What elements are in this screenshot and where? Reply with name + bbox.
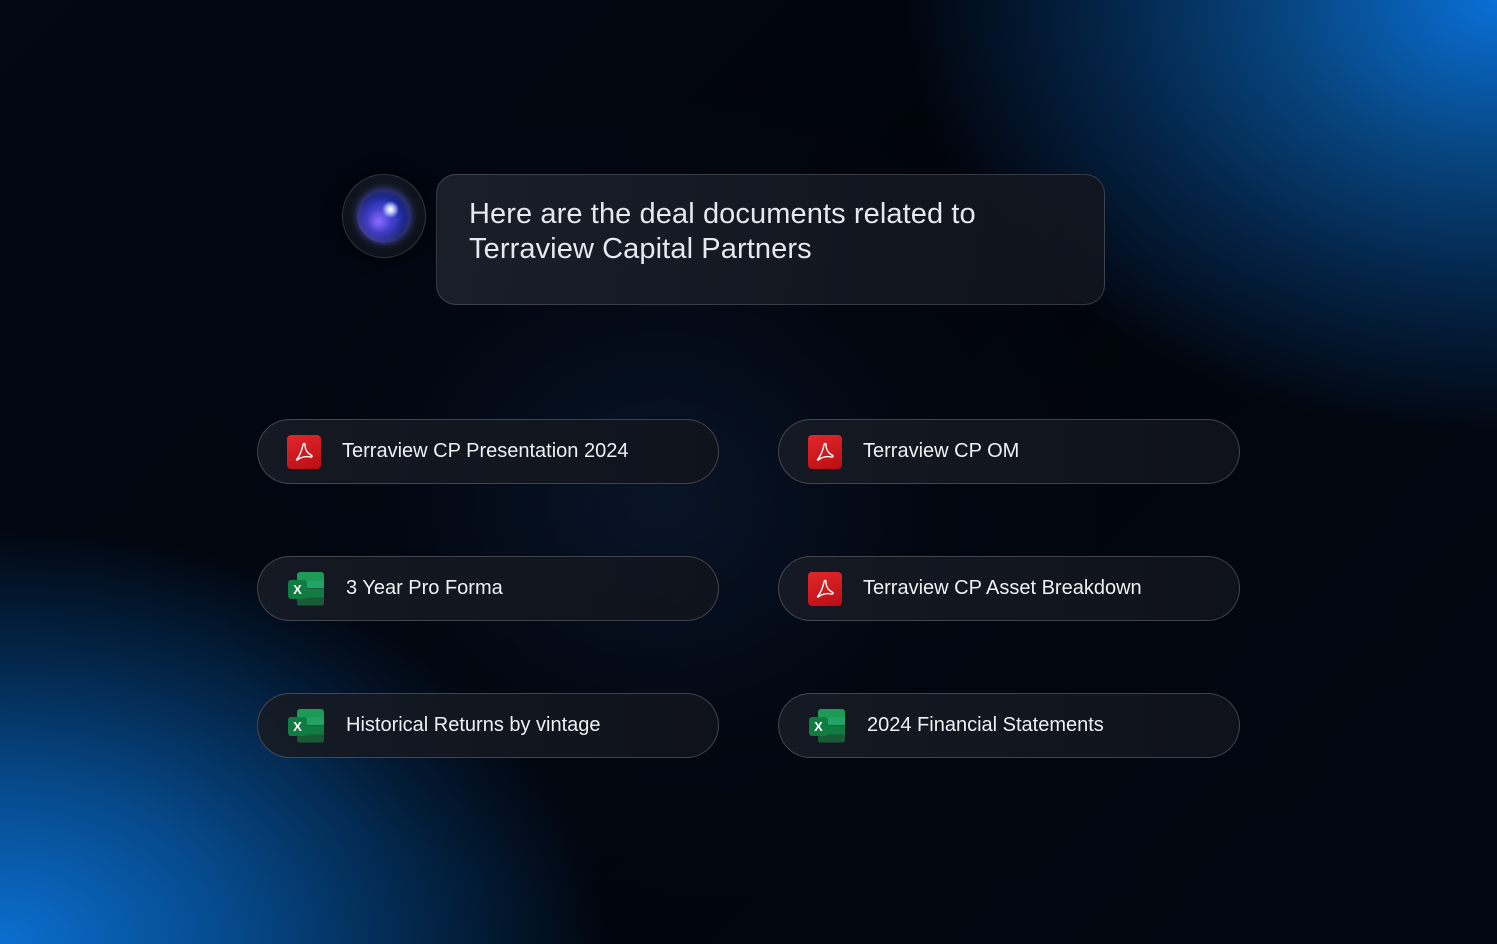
document-item-financial-statements[interactable]: X 2024 Financial Statements: [778, 693, 1240, 758]
document-item-historical-returns[interactable]: X Historical Returns by vintage: [257, 693, 719, 758]
document-label: 2024 Financial Statements: [867, 714, 1104, 736]
excel-icon: X: [288, 571, 324, 606]
ai-orb-icon: [357, 189, 411, 243]
assistant-message-text: Here are the deal documents related to T…: [469, 198, 976, 265]
chat-canvas: Here are the deal documents related to T…: [0, 0, 1497, 944]
document-label: Historical Returns by vintage: [346, 714, 601, 736]
excel-icon: X: [288, 708, 324, 743]
document-item-pro-forma[interactable]: X 3 Year Pro Forma: [257, 556, 719, 621]
document-label: Terraview CP Asset Breakdown: [863, 577, 1142, 599]
assistant-message-bubble: Here are the deal documents related to T…: [436, 174, 1105, 305]
excel-icon: X: [809, 708, 845, 743]
document-label: Terraview CP Presentation 2024: [342, 440, 629, 462]
pdf-icon: [808, 434, 842, 469]
pdf-icon: [808, 571, 842, 606]
document-label: Terraview CP OM: [863, 440, 1020, 462]
assistant-avatar: [342, 174, 426, 258]
pdf-icon: [287, 434, 321, 469]
document-label: 3 Year Pro Forma: [346, 577, 503, 599]
document-item-asset-breakdown[interactable]: Terraview CP Asset Breakdown: [778, 556, 1240, 621]
document-item-presentation-2024[interactable]: Terraview CP Presentation 2024: [257, 419, 719, 484]
document-item-cp-om[interactable]: Terraview CP OM: [778, 419, 1240, 484]
